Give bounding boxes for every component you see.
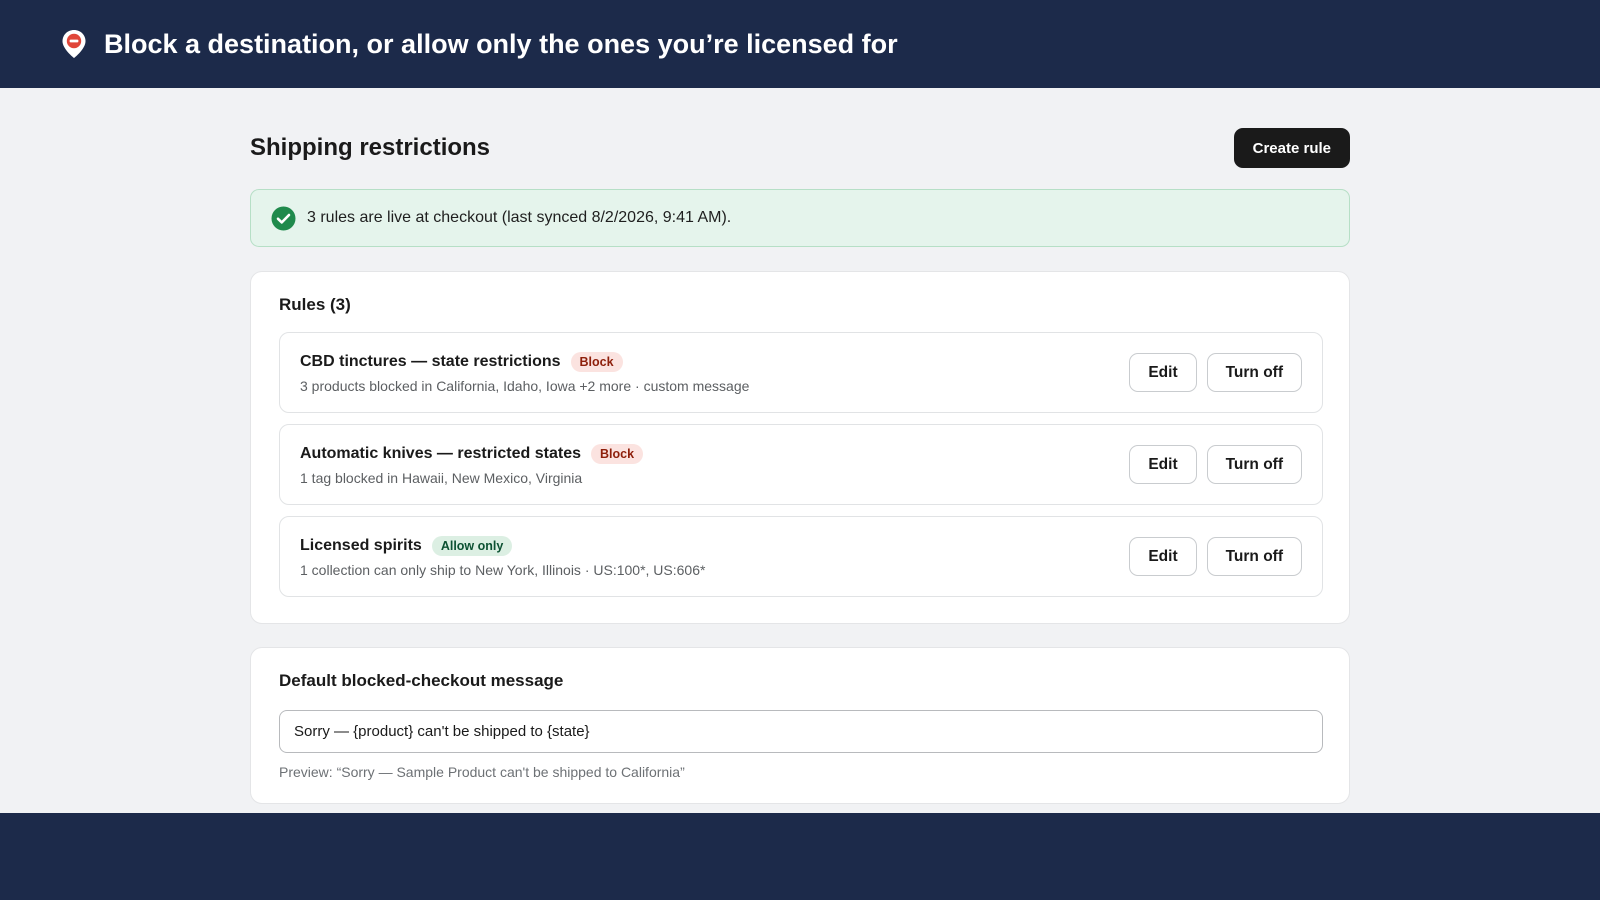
turn-off-rule-button[interactable]: Turn off <box>1206 353 1302 392</box>
default-message-card: Default blocked-checkout message Preview… <box>250 647 1350 804</box>
rule-row: CBD tinctures — state restrictions Block… <box>279 332 1323 413</box>
rule-name: CBD tinctures — state restrictions <box>300 353 561 370</box>
rule-type-badge: Block <box>570 352 623 372</box>
edit-rule-button[interactable]: Edit <box>1129 537 1197 576</box>
rule-type-badge: Allow only <box>431 536 513 556</box>
default-message-input[interactable] <box>279 710 1323 753</box>
create-rule-button[interactable]: Create rule <box>1233 128 1350 168</box>
check-circle-icon <box>271 206 296 230</box>
rule-description: 1 collection can only ship to New York, … <box>300 562 706 578</box>
edit-rule-button[interactable]: Edit <box>1129 445 1197 484</box>
rule-name: Automatic knives — restricted states <box>300 445 581 462</box>
rule-description: 3 products blocked in California, Idaho,… <box>300 378 750 394</box>
rules-card-title: Rules (3) <box>279 295 351 314</box>
main-content: Shipping restrictions Create rule 3 rule… <box>0 88 1600 813</box>
rule-description: 1 tag blocked in Hawaii, New Mexico, Vir… <box>300 470 583 486</box>
turn-off-rule-button[interactable]: Turn off <box>1206 445 1302 484</box>
app-header: Block a destination, or allow only the o… <box>0 0 1600 88</box>
status-banner: 3 rules are live at checkout (last synce… <box>250 189 1350 247</box>
rule-type-badge: Block <box>591 444 644 464</box>
message-preview: Preview: “Sorry — Sample Product can't b… <box>279 764 685 780</box>
turn-off-rule-button[interactable]: Turn off <box>1206 537 1302 576</box>
status-banner-text: 3 rules are live at checkout (last synce… <box>307 209 732 226</box>
page-header: Shipping restrictions Create rule <box>250 128 1350 168</box>
page-title: Shipping restrictions <box>250 134 491 161</box>
rule-row: Automatic knives — restricted states Blo… <box>279 424 1323 505</box>
location-block-pin-icon <box>60 28 88 60</box>
rule-row: Licensed spirits Allow only 1 collection… <box>279 516 1323 597</box>
rule-name: Licensed spirits <box>300 537 422 554</box>
default-message-title: Default blocked-checkout message <box>279 671 564 690</box>
header-title: Block a destination, or allow only the o… <box>104 28 898 59</box>
edit-rule-button[interactable]: Edit <box>1129 353 1197 392</box>
rules-card: Rules (3) CBD tinctures — state restrict… <box>250 271 1350 624</box>
